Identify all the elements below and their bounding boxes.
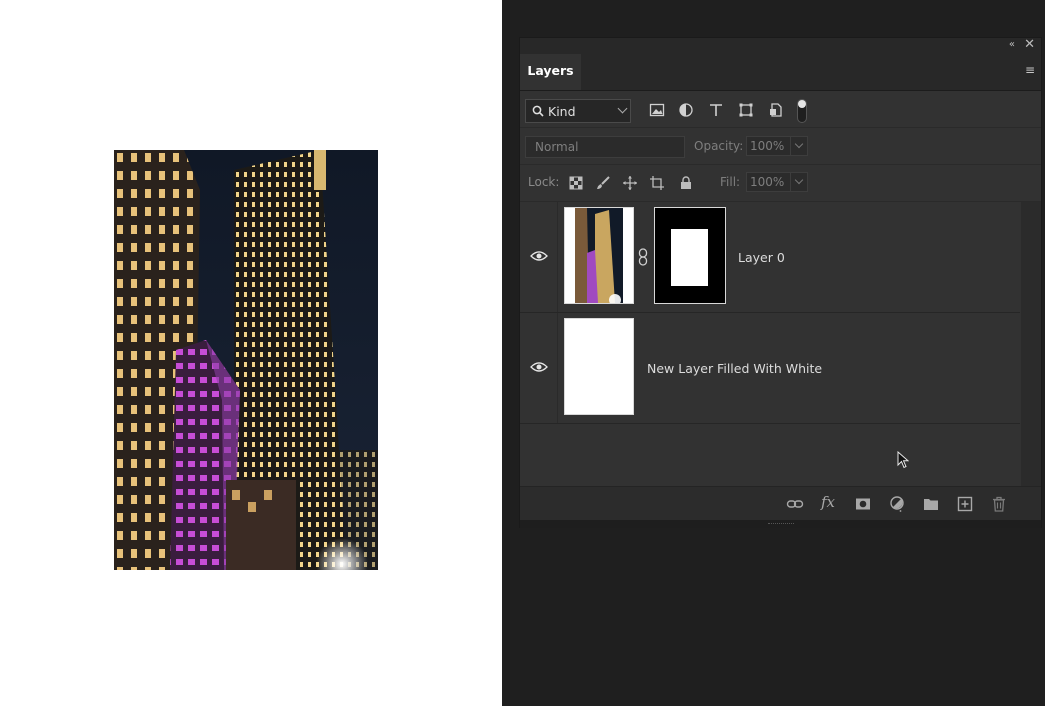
filter-kind-select[interactable]: Kind [525, 99, 631, 123]
blend-mode-row: Normal Opacity: 100% [520, 128, 1041, 165]
layer-row[interactable]: Layer 0 [520, 202, 1020, 313]
type-filter-icon[interactable] [707, 101, 725, 119]
tab-layers[interactable]: Layers [520, 54, 581, 90]
opacity-input[interactable]: 100% [746, 136, 808, 156]
layer-style-fx-icon[interactable]: fx [821, 493, 839, 511]
opacity-label: Opacity: [694, 139, 744, 153]
lock-transparent-pixels-icon[interactable] [568, 175, 584, 191]
layers-panel-footer: fx [520, 486, 1041, 521]
adjustment-filter-icon[interactable] [677, 101, 695, 119]
eye-visibility-icon[interactable] [530, 250, 548, 262]
layers-list[interactable]: Layer 0 New Layer Filled With White [520, 202, 1020, 486]
visibility-column [520, 202, 558, 312]
opacity-value: 100% [750, 139, 785, 153]
mask-white-area [671, 229, 708, 286]
layer-row[interactable]: New Layer Filled With White [520, 313, 1020, 424]
chevron-down-icon [617, 103, 628, 114]
add-layer-mask-icon[interactable] [854, 495, 872, 513]
lock-image-pixels-brush-icon[interactable] [595, 175, 611, 191]
mask-link-chain-icon[interactable] [637, 248, 649, 266]
image-filter-icon[interactable] [648, 101, 666, 119]
lock-position-move-icon[interactable] [622, 175, 638, 191]
new-group-folder-icon[interactable] [922, 495, 940, 513]
layer-thumbnail[interactable] [564, 207, 634, 304]
layers-scrollbar[interactable] [1021, 202, 1041, 486]
panel-tab-row: Layers ≡ [520, 54, 1041, 91]
fill-value: 100% [750, 175, 785, 189]
layer-thumbnail[interactable] [564, 318, 634, 415]
link-layers-icon[interactable] [786, 495, 804, 513]
delete-layer-trash-icon[interactable] [990, 495, 1008, 513]
panel-menu-icon[interactable]: ≡ [1025, 63, 1035, 77]
layers-panel: « ✕ Layers ≡ Kind Normal Opacity: 100% L… [519, 37, 1042, 528]
fill-input[interactable]: 100% [746, 172, 808, 192]
layer-filter-row: Kind [520, 91, 1041, 128]
lock-row: Lock: Fill: 100% [520, 165, 1041, 202]
lock-all-icon[interactable] [678, 175, 694, 191]
fill-label: Fill: [720, 175, 741, 189]
panel-titlebar[interactable]: « ✕ [520, 37, 1041, 54]
shape-filter-icon[interactable] [737, 101, 755, 119]
new-layer-icon[interactable] [956, 495, 974, 513]
filter-kind-label: Kind [548, 103, 576, 119]
lock-label: Lock: [528, 175, 560, 189]
lock-artboard-crop-icon[interactable] [649, 175, 665, 191]
smart-object-filter-icon[interactable] [767, 101, 785, 119]
opacity-chevron-down-icon[interactable] [790, 137, 807, 155]
city-night-photo [114, 150, 378, 570]
blend-mode-select[interactable]: Normal [525, 136, 685, 158]
fill-chevron-down-icon[interactable] [790, 173, 807, 191]
search-icon [532, 105, 544, 117]
layer-name[interactable]: New Layer Filled With White [647, 361, 822, 376]
eye-visibility-icon[interactable] [530, 361, 548, 373]
close-panel-icon[interactable]: ✕ [1024, 37, 1035, 52]
layer-name[interactable]: Layer 0 [738, 250, 785, 265]
collapse-panel-icon[interactable]: « [1009, 39, 1015, 50]
mouse-pointer-icon [897, 451, 909, 469]
new-adjustment-layer-icon[interactable] [888, 495, 906, 513]
document-canvas[interactable] [0, 0, 502, 706]
layer-mask-thumbnail[interactable] [654, 207, 726, 304]
visibility-column [520, 313, 558, 423]
panel-resize-grip[interactable] [520, 520, 1041, 528]
filter-toggle-switch[interactable] [797, 99, 807, 123]
